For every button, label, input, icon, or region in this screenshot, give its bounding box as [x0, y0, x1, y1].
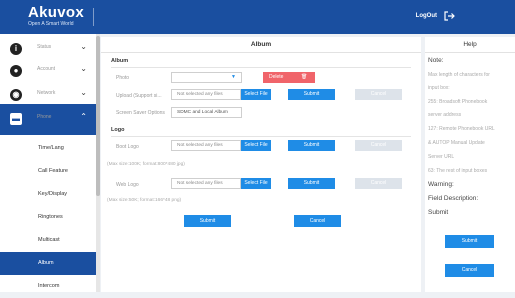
sidebar-item-label: Network [37, 90, 56, 96]
photo-select[interactable]: ▼ [171, 72, 242, 83]
brand-tagline: Open A Smart World [28, 21, 74, 27]
sidebar-subitem-album[interactable]: Album [0, 252, 96, 275]
sidebar-subitem-intercom[interactable]: Intercom [0, 275, 96, 298]
help-submit-text: Submit [428, 209, 449, 216]
help-text-line: server address [428, 112, 462, 118]
help-warning-heading: Warning: [428, 181, 454, 188]
upload-submit-button[interactable]: Submit [288, 89, 335, 100]
sidebar-scrollbar-thumb[interactable] [96, 36, 100, 196]
screen-saver-select[interactable]: SDMC and Local Album [171, 107, 242, 118]
boot-logo-note: (Max size:100K; format:800*480 jpg) [107, 162, 185, 167]
page-title: Album [101, 37, 421, 53]
section-title-album: Album [111, 58, 129, 64]
upload-cancel-button[interactable]: Cancel [355, 89, 402, 100]
sidebar-subitem-multicast[interactable]: Multicast [0, 229, 96, 252]
help-cancel-button[interactable]: Cancel [445, 264, 494, 277]
logout-icon[interactable] [443, 10, 455, 22]
help-text-line: Max length of characters for [428, 72, 490, 78]
footer-submit-button[interactable]: Submit [184, 215, 231, 227]
sidebar-subitem-call-feature[interactable]: Call Feature [0, 160, 96, 183]
chevron-down-icon: ⌄ [80, 64, 87, 73]
web-logo-label: Web Logo [116, 182, 139, 188]
help-submit-button[interactable]: Submit [445, 235, 494, 248]
boot-logo-submit-button[interactable]: Submit [288, 140, 335, 151]
divider [93, 8, 94, 26]
upload-label: Upload (Support si... [116, 93, 162, 99]
person-icon: ● [10, 65, 22, 77]
select-file-button[interactable]: Select File [241, 89, 271, 100]
help-text-line: & AUTOP Manual Update [428, 140, 485, 146]
globe-icon: ◉ [10, 89, 22, 101]
screen-saver-label: Screen Saver Options [116, 110, 165, 116]
web-logo-file-field[interactable]: Not selected any files [171, 178, 241, 189]
sidebar-item-label: Status [37, 44, 52, 50]
web-logo-note: (Max size:50K; format:166*48 png) [107, 198, 182, 203]
divider [111, 67, 411, 68]
sidebar-item-phone[interactable]: ▬ Phone ⌃ [0, 104, 96, 135]
help-note-heading: Note: [428, 57, 444, 64]
dropdown-arrow-icon: ▼ [231, 74, 236, 80]
album-panel: Album Album Photo ▼ Delete 🗑 Upload (Sup… [101, 37, 421, 292]
sidebar-subitem-ringtones[interactable]: Ringtones [0, 206, 96, 229]
top-bar: Akuvox Open A Smart World LogOut [0, 0, 515, 34]
sidebar: i Status ⌄ ● Account ⌄ ◉ Network ⌄ ▬ Pho… [0, 34, 96, 292]
help-text-line: input box: [428, 85, 450, 91]
boot-logo-file-field[interactable]: Not selected any files [171, 140, 241, 151]
divider [111, 136, 411, 137]
boot-logo-select-file-button[interactable]: Select File [241, 140, 271, 151]
sidebar-subitem-time-lang[interactable]: Time/Lang [0, 137, 96, 160]
sidebar-item-label: Account [37, 66, 56, 72]
help-text-line: 255: Broadsoft Phonebook [428, 99, 488, 105]
web-logo-submit-button[interactable]: Submit [288, 178, 335, 189]
help-field-description-heading: Field Description: [428, 195, 479, 202]
sidebar-item-label: Phone [37, 114, 52, 120]
phone-icon: ▬ [10, 113, 22, 125]
help-text-line: 127: Remote Phonebook URL [428, 126, 495, 132]
info-icon: i [10, 43, 22, 55]
help-text-line: 63: The rest of input boxes [428, 168, 488, 174]
brand-logo: Akuvox [28, 4, 84, 21]
upload-file-field[interactable]: Not selected any files [171, 89, 241, 100]
chevron-down-icon: ⌄ [80, 42, 87, 51]
delete-button[interactable]: Delete 🗑 [263, 72, 315, 83]
help-panel: Help Note: Max length of characters for … [425, 37, 515, 292]
sidebar-subitem-key-display[interactable]: Key/Display [0, 183, 96, 206]
help-title: Help [425, 37, 515, 53]
boot-logo-cancel-button[interactable]: Cancel [355, 140, 402, 151]
boot-logo-label: Boot Logo [116, 144, 139, 150]
chevron-up-icon: ⌃ [80, 112, 87, 121]
section-title-logo: Logo [111, 127, 125, 133]
chevron-down-icon: ⌄ [80, 88, 87, 97]
trash-icon: 🗑 [301, 74, 308, 80]
photo-label: Photo [116, 75, 130, 81]
web-logo-select-file-button[interactable]: Select File [241, 178, 271, 189]
footer-cancel-button[interactable]: Cancel [294, 215, 341, 227]
logout-link[interactable]: LogOut [416, 13, 437, 19]
web-logo-cancel-button[interactable]: Cancel [355, 178, 402, 189]
help-text-line: Server URL [428, 154, 455, 160]
